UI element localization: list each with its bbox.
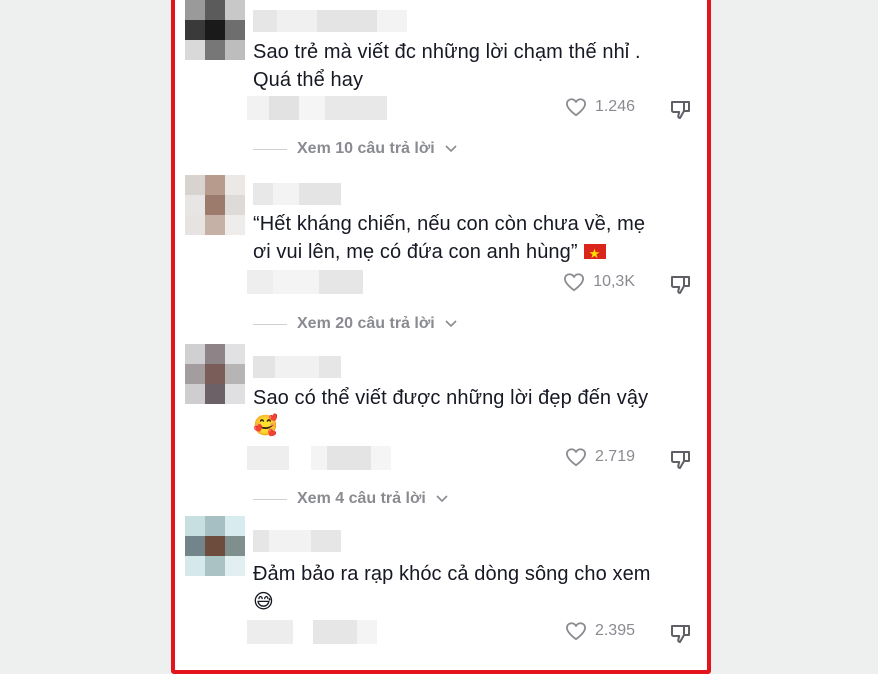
dislike-icon[interactable]	[669, 272, 693, 296]
heart-icon	[564, 273, 585, 292]
smiling-face-hearts-icon: 🥰	[253, 413, 279, 437]
username-blurred[interactable]	[253, 183, 341, 205]
like-button[interactable]: 1.246	[565, 97, 635, 117]
grinning-sweat-face-icon: 😅	[253, 589, 274, 613]
like-button[interactable]: 2.395	[565, 621, 635, 641]
view-replies-button[interactable]: Xem 20 câu trả lời	[253, 315, 457, 333]
comment-text: Sao trẻ mà viết đc những lời chạm thế nh…	[253, 41, 641, 91]
chevron-down-icon	[445, 145, 457, 153]
view-replies-button[interactable]: Xem 4 câu trả lời	[253, 490, 448, 508]
view-replies-button[interactable]: Xem 10 câu trả lời	[253, 140, 457, 158]
heart-icon	[565, 448, 586, 467]
chevron-down-icon	[445, 320, 457, 328]
dislike-icon[interactable]	[669, 447, 693, 471]
username-blurred[interactable]	[253, 356, 341, 378]
comment-meta-blurred	[247, 620, 377, 644]
like-button[interactable]: 2.719	[565, 447, 635, 467]
avatar[interactable]	[185, 516, 245, 576]
avatar[interactable]	[185, 175, 245, 235]
avatar[interactable]	[185, 0, 245, 60]
dislike-icon[interactable]	[669, 621, 693, 645]
avatar[interactable]	[185, 344, 245, 404]
heart-icon	[565, 622, 586, 641]
divider	[253, 498, 287, 500]
divider	[253, 148, 287, 150]
dislike-icon[interactable]	[669, 97, 693, 121]
heart-icon	[565, 98, 586, 117]
comment-meta-blurred	[247, 96, 387, 120]
comment-text: “Hết kháng chiến, nếu con còn chưa về, m…	[253, 210, 683, 269]
like-count: 2.719	[594, 448, 635, 465]
username-blurred[interactable]	[253, 10, 407, 32]
comment-meta-blurred	[247, 270, 363, 294]
username-blurred[interactable]	[253, 530, 341, 552]
comments-panel: Sao trẻ mà viết đc những lời chạm thế nh…	[171, 0, 711, 674]
like-count: 10,3K	[593, 273, 635, 290]
chevron-down-icon	[436, 495, 448, 503]
comment-text: Sao có thể viết được những lời đẹp đến v…	[253, 387, 649, 437]
comment-meta-blurred	[247, 446, 391, 470]
like-count: 1.246	[594, 98, 635, 115]
like-button[interactable]: 10,3K	[563, 272, 635, 292]
comment-text: Đảm bảo ra rạp khóc cả dòng sông cho xem…	[253, 563, 651, 613]
divider	[253, 323, 287, 325]
flag-vietnam-icon	[583, 241, 606, 269]
like-count: 2.395	[594, 622, 635, 639]
